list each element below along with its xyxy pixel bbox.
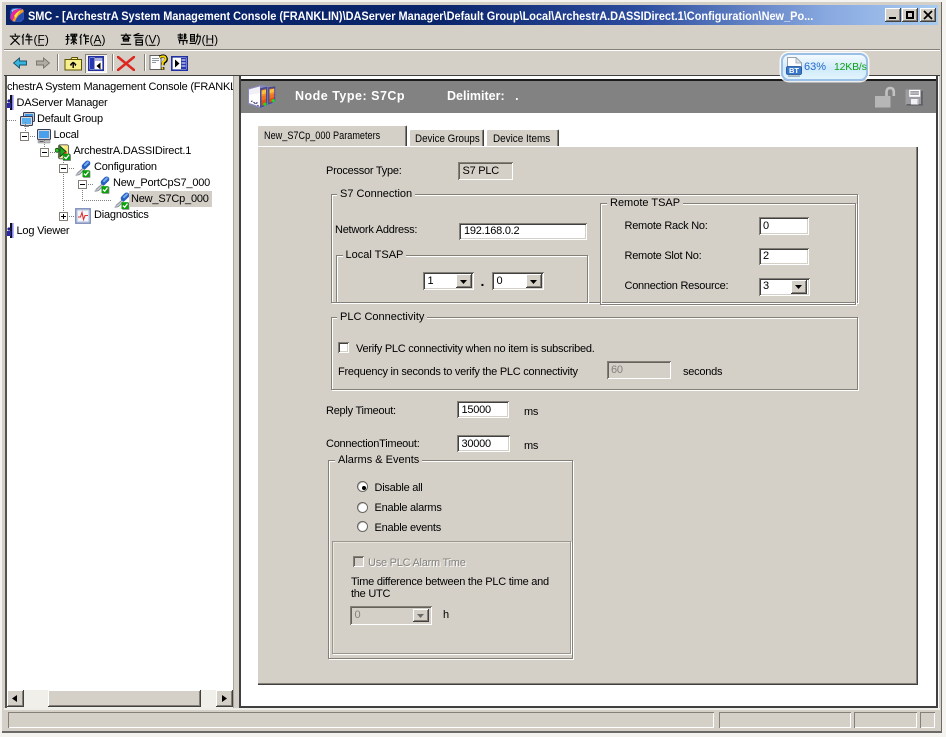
svg-text:(A): (A) xyxy=(90,33,106,46)
svg-text:(V): (V) xyxy=(145,33,161,46)
svg-text:BT: BT xyxy=(789,66,799,75)
svg-text:(H): (H) xyxy=(202,33,219,46)
svg-text:(F): (F) xyxy=(34,33,49,46)
